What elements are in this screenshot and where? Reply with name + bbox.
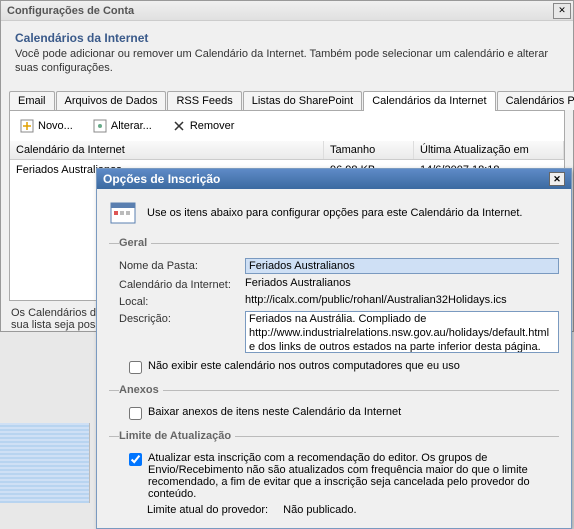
close-icon[interactable]: ✕ (553, 3, 571, 19)
folder-name-label: Nome da Pasta: (119, 258, 239, 272)
new-icon (20, 119, 34, 133)
background-strip (0, 423, 90, 503)
header-section: Calendários da Internet Você pode adicio… (1, 21, 573, 84)
description-input[interactable]: Feriados na Austrália. Compliado de http… (245, 311, 559, 353)
subscription-options-dialog: Opções de Inscrição ✕ Use os itens abaix… (96, 168, 572, 529)
tab-email[interactable]: Email (9, 91, 55, 110)
attachments-checkbox[interactable] (129, 407, 142, 420)
calendar-icon (109, 199, 137, 227)
tab-published-calendars[interactable]: Calendários Publicados (497, 91, 574, 110)
group-update-limit-label: Limite de Atualização (119, 430, 235, 442)
calendar-name-label: Calendário da Internet: (119, 277, 239, 291)
group-attachments-label: Anexos (119, 384, 163, 396)
tabs: Email Arquivos de Dados RSS Feeds Listas… (9, 90, 565, 111)
edit-label: Alterar... (111, 120, 152, 132)
col-size[interactable]: Tamanho (324, 141, 414, 159)
group-attachments: Anexos Baixar anexos de itens neste Cale… (109, 384, 559, 424)
local-label: Local: (119, 294, 239, 308)
group-general-label: Geral (119, 237, 151, 249)
remove-icon (172, 119, 186, 133)
group-general: Geral Nome da Pasta: Calendário da Inter… (109, 237, 559, 378)
tab-rss[interactable]: RSS Feeds (167, 91, 241, 110)
provider-limit-label: Limite atual do provedor: (147, 504, 268, 516)
dialog-intro: Use os itens abaixo para configurar opçõ… (109, 199, 559, 227)
hide-checkbox[interactable] (129, 361, 142, 374)
new-label: Novo... (38, 120, 73, 132)
group-update-limit: Limite de Atualização Atualizar esta ins… (109, 430, 559, 520)
attachments-checkbox-label: Baixar anexos de itens neste Calendário … (148, 406, 401, 418)
local-value: http://icalx.com/public/rohanl/Australia… (245, 294, 559, 306)
dialog-titlebar: Opções de Inscrição ✕ (97, 169, 571, 189)
dialog-title: Opções de Inscrição (103, 172, 220, 186)
page-description: Você pode adicionar ou remover um Calend… (15, 47, 559, 76)
remove-button[interactable]: Remover (168, 117, 239, 135)
page-title: Calendários da Internet (15, 31, 559, 45)
remove-label: Remover (190, 120, 235, 132)
list-header: Calendário da Internet Tamanho Última At… (10, 141, 564, 160)
tab-data-files[interactable]: Arquivos de Dados (56, 91, 167, 110)
edit-icon (93, 119, 107, 133)
update-checkbox[interactable] (129, 453, 142, 466)
dialog-intro-text: Use os itens abaixo para configurar opçõ… (147, 207, 522, 219)
titlebar: Configurações de Conta ✕ (1, 1, 573, 21)
hide-checkbox-label: Não exibir este calendário nos outros co… (148, 360, 460, 372)
new-button[interactable]: Novo... (16, 117, 77, 135)
provider-limit-value: Não publicado. (283, 504, 356, 516)
update-checkbox-label: Atualizar esta inscrição com a recomenda… (148, 452, 559, 500)
tab-sharepoint[interactable]: Listas do SharePoint (243, 91, 363, 110)
col-date[interactable]: Última Atualização em (414, 141, 564, 159)
window-title: Configurações de Conta (7, 5, 134, 17)
dialog-body: Use os itens abaixo para configurar opçõ… (97, 189, 571, 528)
calendar-name-value: Feriados Australianos (245, 277, 559, 289)
col-name[interactable]: Calendário da Internet (10, 141, 324, 159)
tab-internet-calendars[interactable]: Calendários da Internet (363, 91, 495, 111)
description-label: Descrição: (119, 311, 239, 325)
edit-button[interactable]: Alterar... (89, 117, 156, 135)
folder-name-input[interactable] (245, 258, 559, 274)
dialog-close-icon[interactable]: ✕ (549, 172, 565, 186)
toolbar: Novo... Alterar... Remover (9, 111, 565, 141)
